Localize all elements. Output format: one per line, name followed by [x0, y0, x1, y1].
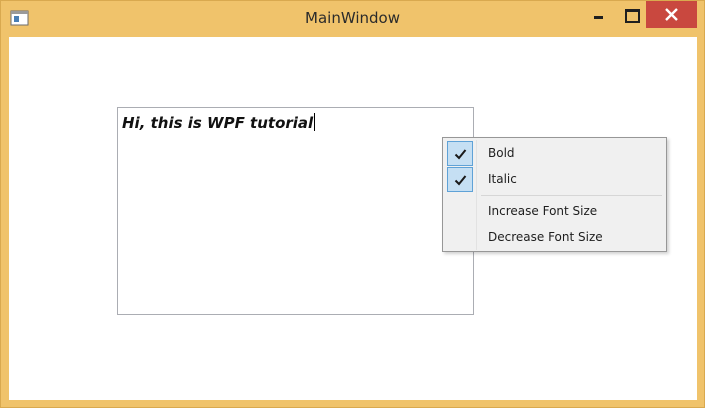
- italic-check-indicator: [447, 167, 473, 192]
- text-input-content: Hi, this is WPF tutorial: [122, 113, 316, 132]
- checkmark-icon: [454, 149, 467, 160]
- context-menu: Bold Italic Increase Font Size Decrease …: [442, 137, 667, 252]
- close-button[interactable]: [646, 1, 697, 28]
- menu-item-italic[interactable]: Italic: [445, 167, 664, 193]
- minimize-button[interactable]: [583, 1, 613, 28]
- text-caret: [314, 113, 316, 131]
- menu-item-label: Italic: [488, 172, 517, 186]
- bold-check-indicator: [447, 141, 473, 166]
- title-bar[interactable]: MainWindow: [1, 1, 704, 37]
- menu-item-decrease-font-size[interactable]: Decrease Font Size: [445, 225, 664, 251]
- menu-item-label: Decrease Font Size: [488, 230, 603, 244]
- close-icon: [665, 8, 678, 21]
- maximize-button[interactable]: [615, 1, 645, 28]
- main-window: MainWindow Hi, this is WPF tutorial Bold: [0, 0, 705, 408]
- menu-separator: [481, 195, 662, 196]
- checkmark-icon: [454, 175, 467, 186]
- menu-item-label: Bold: [488, 146, 515, 160]
- menu-item-bold[interactable]: Bold: [445, 141, 664, 167]
- text-input[interactable]: Hi, this is WPF tutorial: [117, 107, 474, 315]
- menu-item-label: Increase Font Size: [488, 204, 598, 218]
- menu-item-increase-font-size[interactable]: Increase Font Size: [445, 199, 664, 225]
